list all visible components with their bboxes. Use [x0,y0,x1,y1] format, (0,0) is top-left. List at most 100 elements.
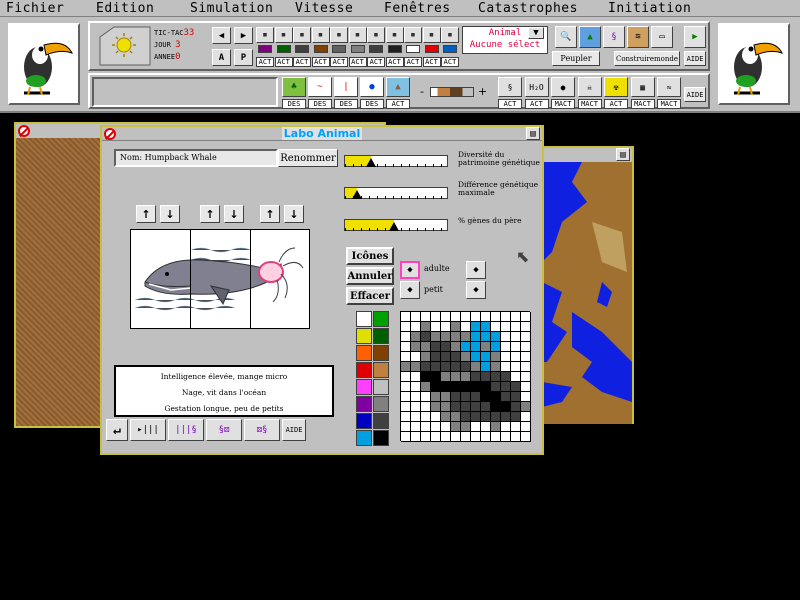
pixel-cell[interactable] [421,412,431,422]
pixel-cell[interactable] [401,342,411,352]
menu-vitesse[interactable]: Vitesse [295,1,353,16]
species-icon-button[interactable]: ▪ [256,27,274,43]
pixel-cell[interactable] [471,362,481,372]
pixel-cell[interactable] [401,402,411,412]
pixel-cell[interactable] [441,362,451,372]
act-label[interactable]: ACT [274,57,293,67]
pixel-cell[interactable] [431,352,441,362]
pixel-cell[interactable] [411,362,421,372]
adult-icon-alt-button[interactable]: ◆ [466,261,486,279]
pixel-cell[interactable] [441,322,451,332]
pixel-cell[interactable] [491,432,501,442]
pixel-cell[interactable] [401,372,411,382]
animal-name-field[interactable]: Nom: Humpback Whale [114,149,278,167]
pixel-cell[interactable] [521,352,531,362]
pixel-cell[interactable] [481,392,491,402]
pixel-cell[interactable] [471,422,481,432]
pixel-cell[interactable] [411,422,421,432]
pixel-cell[interactable] [441,312,451,322]
pixel-cell[interactable] [481,322,491,332]
palette-swatch[interactable] [373,413,389,429]
pixel-cell[interactable] [431,422,441,432]
pixel-cell[interactable] [511,322,521,332]
slider-difference[interactable] [344,187,448,199]
pixel-cell[interactable] [431,362,441,372]
act-label[interactable]: ACT [348,57,367,67]
pixel-cell[interactable] [421,402,431,412]
climate-tool-button[interactable]: | [334,77,358,97]
pixel-cell[interactable] [431,402,441,412]
pixel-cell[interactable] [421,372,431,382]
species-icon-button[interactable]: ▪ [385,27,404,43]
pixel-cell[interactable] [441,402,451,412]
palette-swatch[interactable] [373,430,389,446]
pixel-cell[interactable] [401,332,411,342]
act-label[interactable]: ACT [311,57,330,67]
pixel-cell[interactable] [421,322,431,332]
mode-a-button[interactable]: A [212,49,231,66]
toucan-portrait-right[interactable] [718,23,790,105]
pixel-cell[interactable] [431,332,441,342]
act-label[interactable]: MACT [551,99,575,109]
pixel-cell[interactable] [451,392,461,402]
magnifier-button[interactable]: 🔍 [555,26,577,48]
aide-button-bottom[interactable]: AIDE [684,87,706,102]
pixel-cell[interactable] [521,322,531,332]
pixel-cell[interactable] [481,352,491,362]
species-icon-button[interactable]: ▪ [330,27,348,43]
pixel-cell[interactable] [401,352,411,362]
pixel-cell[interactable] [501,402,511,412]
slider-thumb[interactable] [352,190,363,199]
pixel-cell[interactable] [501,312,511,322]
des-label[interactable]: DES [360,99,384,109]
selection-dropdown[interactable]: ▼ [528,27,544,39]
pixel-cell[interactable] [461,342,471,352]
pixel-cell[interactable] [461,402,471,412]
palette-swatch[interactable] [356,328,372,344]
pixel-cell[interactable] [501,412,511,422]
palette-swatch[interactable] [356,430,372,446]
part3-down-button[interactable]: ↓ [284,205,304,223]
pixel-cell[interactable] [431,322,441,332]
pixel-cell[interactable] [451,422,461,432]
species-icon-button[interactable]: ▪ [441,27,459,43]
rename-button[interactable]: Renommer [278,149,338,167]
pixel-cell[interactable] [491,382,501,392]
pixel-cell[interactable] [421,362,431,372]
pixel-cell[interactable] [481,432,491,442]
palette-swatch[interactable] [373,396,389,412]
map-tool-button[interactable]: ▲ [579,26,601,48]
palette-swatch[interactable] [373,345,389,361]
pixel-cell[interactable] [441,412,451,422]
pixel-cell[interactable] [491,362,501,372]
species-icon-button[interactable]: ▪ [367,27,385,43]
pixel-cell[interactable] [511,402,521,412]
pixel-cell[interactable] [461,322,471,332]
terrain-tool-button[interactable]: ≋ [627,26,649,48]
pixel-cell[interactable] [501,322,511,332]
pixel-cell[interactable] [451,362,461,372]
pixel-cell[interactable] [511,382,521,392]
pixel-cell[interactable] [401,362,411,372]
des-label[interactable]: DES [308,99,332,109]
pixel-cell[interactable] [501,332,511,342]
pixel-cell[interactable] [451,322,461,332]
pixel-cell[interactable] [521,332,531,342]
pixel-cell[interactable] [501,342,511,352]
pixel-cell[interactable] [441,352,451,362]
window-restore-button[interactable]: ▤ [616,148,630,161]
pixel-cell[interactable] [511,362,521,372]
pixel-cell[interactable] [491,322,501,332]
play-button[interactable]: ▶ [684,26,706,48]
pixel-cell[interactable] [451,382,461,392]
species-icon-button[interactable]: ▪ [311,27,330,43]
construire-monde-button[interactable]: Construiremonde [614,51,680,66]
pixel-cell[interactable] [471,382,481,392]
pixel-cell[interactable] [521,432,531,442]
palette-swatch[interactable] [373,379,389,395]
pixel-cell[interactable] [421,352,431,362]
disaster-tool-button[interactable]: ● [551,77,575,97]
palette-swatch[interactable] [356,379,372,395]
pixel-cell[interactable] [461,422,471,432]
pixel-cell[interactable] [491,352,501,362]
